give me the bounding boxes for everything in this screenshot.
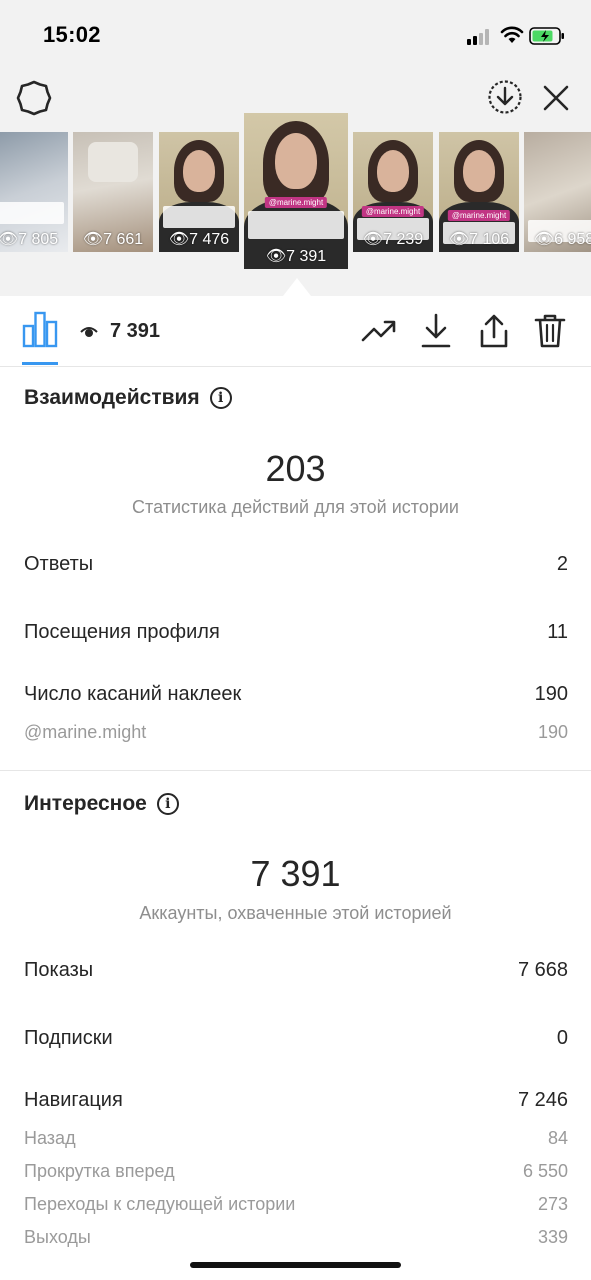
- story-actions-bar: 7 391: [0, 296, 591, 367]
- trash-icon: [534, 314, 566, 348]
- thumbnail-views: 👁7 391: [265, 248, 327, 265]
- thumbnail-views: 👁7 805: [0, 231, 59, 248]
- stat-label: Выходы: [24, 1227, 91, 1247]
- stat-value: 190: [537, 722, 568, 742]
- status-bar: 15:02: [0, 0, 591, 70]
- stat-row-replies: Ответы 2: [24, 553, 568, 576]
- thumbnail-views: 👁7 106: [448, 231, 510, 248]
- story-thumbnail[interactable]: 👁7 661: [73, 132, 153, 252]
- discovery-total: 7 391: [250, 853, 341, 894]
- selected-story-pointer: [283, 278, 311, 296]
- download-circle-icon: [488, 80, 522, 114]
- stat-row-back: Назад 84: [24, 1128, 568, 1149]
- bar-chart-icon: [22, 311, 58, 348]
- discovery-title-text: Интересное: [24, 792, 147, 815]
- stat-value: 273: [537, 1194, 568, 1214]
- wifi-icon: [500, 26, 524, 43]
- stat-label: Ответы: [24, 553, 94, 575]
- stat-label: Назад: [24, 1128, 76, 1148]
- cellular-signal-icon: [467, 29, 493, 45]
- thumbnail-views: 👁7 239: [362, 231, 424, 248]
- home-indicator[interactable]: [190, 1262, 401, 1268]
- discovery-caption: Аккаунты, охваченные этой историей: [139, 903, 452, 923]
- promote-button[interactable]: [360, 314, 398, 348]
- thumbnail-views: 👁7 661: [82, 231, 144, 248]
- share-button[interactable]: [476, 312, 512, 350]
- stat-value: 6 550: [522, 1161, 568, 1181]
- status-time: 15:02: [43, 22, 101, 47]
- share-icon: [480, 314, 508, 348]
- viewers-count[interactable]: 7 391: [80, 320, 160, 343]
- stat-row-exits: Выходы 339: [24, 1227, 568, 1248]
- story-thumbnail[interactable]: @marine.might 👁7 106: [439, 132, 519, 252]
- gear-icon: [16, 80, 52, 116]
- settings-button[interactable]: [14, 78, 54, 118]
- stat-label: Навигация: [24, 1089, 123, 1111]
- eye-icon: [80, 326, 98, 337]
- battery-icon: [529, 27, 564, 45]
- stat-value: 0: [556, 1027, 568, 1049]
- stat-value: 339: [537, 1227, 568, 1247]
- stat-value: 7 668: [517, 959, 568, 981]
- story-thumbnails-strip: 👁7 805 👁7 661 👁7 476 @marine.might 👁7 39…: [0, 113, 591, 270]
- stat-row-impressions: Показы 7 668: [24, 959, 568, 982]
- stat-label: Показы: [24, 959, 94, 981]
- thumbnail-views: 👁6 958: [533, 231, 591, 248]
- story-thumbnail[interactable]: @marine.might 👁7 239: [353, 132, 433, 252]
- stat-value: 84: [547, 1128, 568, 1148]
- interactions-total: 203: [265, 448, 326, 489]
- discovery-section-title: Интересное i: [24, 792, 179, 816]
- info-icon[interactable]: i: [209, 387, 232, 409]
- interactions-section-title: Взаимодействия i: [24, 386, 232, 410]
- stat-value: 7 246: [517, 1089, 568, 1111]
- info-icon[interactable]: i: [156, 793, 179, 815]
- story-thumbnail[interactable]: 👁7 476: [159, 132, 239, 252]
- active-tab-indicator: [22, 362, 58, 365]
- story-thumbnail[interactable]: 👁6 958: [524, 132, 591, 252]
- download-story-button[interactable]: [486, 78, 524, 116]
- close-button[interactable]: [538, 80, 574, 116]
- insights-tab[interactable]: [22, 310, 58, 350]
- download-icon: [421, 313, 451, 348]
- mention-sticker: @marine.might: [264, 197, 328, 208]
- stat-label: Число касаний наклеек: [24, 683, 242, 705]
- stat-row-forward: Прокрутка вперед 6 550: [24, 1161, 568, 1182]
- trending-up-icon: [361, 320, 396, 342]
- stat-label: Прокрутка вперед: [24, 1161, 175, 1181]
- stat-row-profile-visits: Посещения профиля 11: [24, 621, 568, 644]
- stat-value: 190: [534, 683, 568, 705]
- stat-row-navigation: Навигация 7 246: [24, 1089, 568, 1112]
- stat-label: Посещения профиля: [24, 621, 220, 643]
- stat-row-sticker-mention: @marine.might 190: [24, 722, 568, 743]
- section-divider: [0, 770, 591, 771]
- save-button[interactable]: [418, 312, 454, 350]
- stat-row-sticker-taps: Число касаний наклеек 190: [24, 683, 568, 706]
- mention-sticker: @marine.might: [361, 206, 425, 217]
- stat-label: Подписки: [24, 1027, 113, 1049]
- close-icon: [543, 85, 569, 111]
- stat-row-follows: Подписки 0: [24, 1027, 568, 1050]
- stat-row-next-story: Переходы к следующей истории 273: [24, 1194, 568, 1215]
- story-thumbnail-selected[interactable]: @marine.might 👁7 391: [244, 113, 348, 269]
- thumbnail-views: 👁7 476: [168, 231, 230, 248]
- stat-label: Переходы к следующей истории: [24, 1194, 296, 1214]
- viewers-count-label: 7 391: [110, 320, 161, 342]
- story-preview-area: 15:02 👁7 805 👁7 661 👁7 476 @marine.might…: [0, 0, 591, 296]
- interactions-caption: Статистика действий для этой истории: [132, 497, 459, 517]
- stat-value: 11: [547, 621, 568, 643]
- stat-value: 2: [556, 553, 568, 575]
- interactions-title-text: Взаимодействия: [24, 386, 200, 409]
- story-thumbnail[interactable]: 👁7 805: [0, 132, 68, 252]
- delete-button[interactable]: [532, 312, 568, 350]
- mention-sticker: @marine.might: [447, 210, 511, 221]
- stat-label: @marine.might: [24, 722, 147, 742]
